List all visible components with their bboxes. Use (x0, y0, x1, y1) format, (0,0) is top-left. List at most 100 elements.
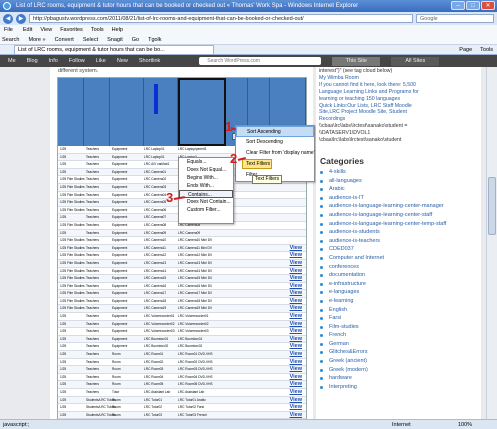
view-link[interactable]: View (290, 275, 302, 282)
wpbar-shortlink[interactable]: Shortlink (139, 58, 160, 64)
category-link[interactable]: audience-is-language-learning-center-tem… (329, 220, 446, 229)
wpbar-like[interactable]: Like (96, 58, 106, 64)
clear-filter-item[interactable]: Clear Filter from 'display name' (236, 148, 315, 159)
sort-descending-item[interactable]: Sort Descending (236, 137, 314, 148)
page-menu[interactable]: Page (459, 47, 472, 53)
view-link[interactable]: View (290, 366, 302, 373)
tgolk-button[interactable]: Tgolk (148, 35, 161, 44)
tools-menu[interactable]: Tools (480, 47, 493, 53)
wpbar-new[interactable]: New (117, 58, 128, 64)
scope-all-sites[interactable]: All Sites (391, 56, 440, 66)
wpbar-blog[interactable]: Blog (27, 58, 38, 64)
view-link[interactable]: View (290, 389, 302, 396)
category-link[interactable]: audience-is-teachers (329, 237, 380, 246)
category-link[interactable]: Film-studies (329, 323, 359, 332)
status-text: javascript:; (3, 422, 30, 428)
zoom-level[interactable]: 100% (458, 420, 472, 429)
menu-tools[interactable]: Tools (91, 25, 104, 35)
sort-ascending-item[interactable]: Sort Ascending (236, 126, 314, 137)
menu-view[interactable]: View (40, 25, 52, 35)
maximize-button[interactable]: □ (466, 1, 480, 10)
go-button[interactable]: Go (132, 35, 139, 44)
category-link[interactable]: Farsi (329, 314, 341, 323)
back-button[interactable]: ◀ (3, 13, 13, 24)
convert-button[interactable]: Convert (55, 35, 74, 44)
category-link[interactable]: audience-is-language-learning-center-man… (329, 202, 444, 211)
url-field[interactable]: http://pbagustv.wordpress.com/2011/08/21… (29, 14, 413, 23)
view-link[interactable]: View (290, 404, 302, 411)
menu-file[interactable]: File (4, 25, 13, 35)
category-link[interactable]: e-languages (329, 288, 359, 297)
filter-equals-item[interactable]: Equals... (179, 158, 233, 166)
view-link[interactable]: View (290, 374, 302, 381)
menu-edit[interactable]: Edit (23, 25, 32, 35)
view-link[interactable]: View (290, 397, 302, 404)
scrollbar-thumb[interactable] (488, 177, 496, 235)
view-link[interactable]: View (290, 298, 302, 305)
scope-this-site[interactable]: This Site (332, 56, 381, 66)
category-link[interactable]: audience-is-language-learning-center-sta… (329, 211, 432, 220)
view-link[interactable]: View (290, 245, 302, 252)
close-button[interactable]: ✕ (481, 1, 495, 10)
view-link[interactable]: View (290, 412, 302, 419)
view-link[interactable]: View (290, 351, 302, 358)
table-cell: 1/25 Film Studies (60, 298, 85, 303)
filter-custom-item[interactable]: Custom Filter... (179, 206, 233, 214)
view-link[interactable]: View (290, 268, 302, 275)
category-link[interactable]: Interpreting (329, 383, 357, 392)
snagit-button[interactable]: Snagit (107, 35, 123, 44)
category-link[interactable]: Arabic (329, 185, 345, 194)
more-button[interactable]: More » (28, 35, 45, 44)
category-link[interactable]: documentation (329, 271, 365, 280)
filter-begins-with-item[interactable]: Begins With... (179, 174, 233, 182)
view-link[interactable]: View (290, 328, 302, 335)
filter-contains-item[interactable]: Contains... (179, 190, 233, 198)
view-link[interactable]: View (290, 359, 302, 366)
category-link[interactable]: all-languages (329, 177, 362, 186)
category-link[interactable]: English (329, 306, 347, 315)
wpbar-info[interactable]: Info (49, 58, 58, 64)
category-link[interactable]: French (329, 331, 346, 340)
view-link[interactable]: View (290, 260, 302, 267)
filter-not-equal-item[interactable]: Does Not Equal... (179, 166, 233, 174)
table-cell: LRC Camera17 Mini DV (178, 291, 213, 296)
vertical-scrollbar[interactable] (486, 67, 497, 419)
view-link[interactable]: View (290, 252, 302, 259)
category-link[interactable]: German (329, 340, 349, 349)
wpbar-me[interactable]: Me (8, 58, 16, 64)
filter-ends-with-item[interactable]: Ends With... (179, 182, 233, 190)
menu-help[interactable]: Help (112, 25, 123, 35)
view-link[interactable]: View (290, 343, 302, 350)
filter-not-contain-item[interactable]: Does Not Contain... (179, 198, 233, 206)
view-link[interactable]: View (290, 290, 302, 297)
category-link[interactable]: 4-skills (329, 168, 346, 177)
menu-favorites[interactable]: Favorites (60, 25, 83, 35)
view-link[interactable]: View (290, 336, 302, 343)
category-link[interactable]: e-learning (329, 297, 353, 306)
category-link[interactable]: Computer and Internet (329, 254, 384, 263)
browser-tab[interactable]: List of LRC rooms, equipment & tutor hou… (14, 45, 214, 54)
category-link[interactable]: audience-is-IT (329, 194, 364, 203)
view-link[interactable]: View (290, 313, 302, 320)
view-link[interactable]: View (290, 321, 302, 328)
category-link[interactable]: conferences (329, 263, 359, 272)
category-link[interactable]: hardware (329, 374, 352, 383)
category-link[interactable]: audience-is-students (329, 228, 380, 237)
category-link[interactable]: Greek (modern) (329, 366, 368, 375)
category-link[interactable]: Glitches&Errors (329, 348, 368, 357)
category-link[interactable]: Greek (ancient) (329, 357, 367, 366)
category-link[interactable]: e-infrastructure (329, 280, 366, 289)
category-link[interactable]: CDED037 (329, 245, 354, 254)
table-row: 1/25 Film Studies Teachers Equipment LRC Ca… (58, 259, 306, 268)
search-engine-field[interactable]: Google (416, 14, 494, 23)
select-button[interactable]: Select (83, 35, 98, 44)
minimize-button[interactable]: – (451, 1, 465, 10)
text-filters-item[interactable]: Text Filters (242, 159, 272, 169)
view-link[interactable]: View (290, 305, 302, 312)
view-link[interactable]: View (290, 381, 302, 388)
view-link[interactable]: View (290, 283, 302, 290)
wordpress-search-input[interactable]: Search WordPress.com (199, 57, 322, 65)
wpbar-follow[interactable]: Follow (69, 58, 85, 64)
google-search-button[interactable]: Search (2, 35, 19, 44)
forward-button[interactable]: ▶ (16, 13, 26, 24)
